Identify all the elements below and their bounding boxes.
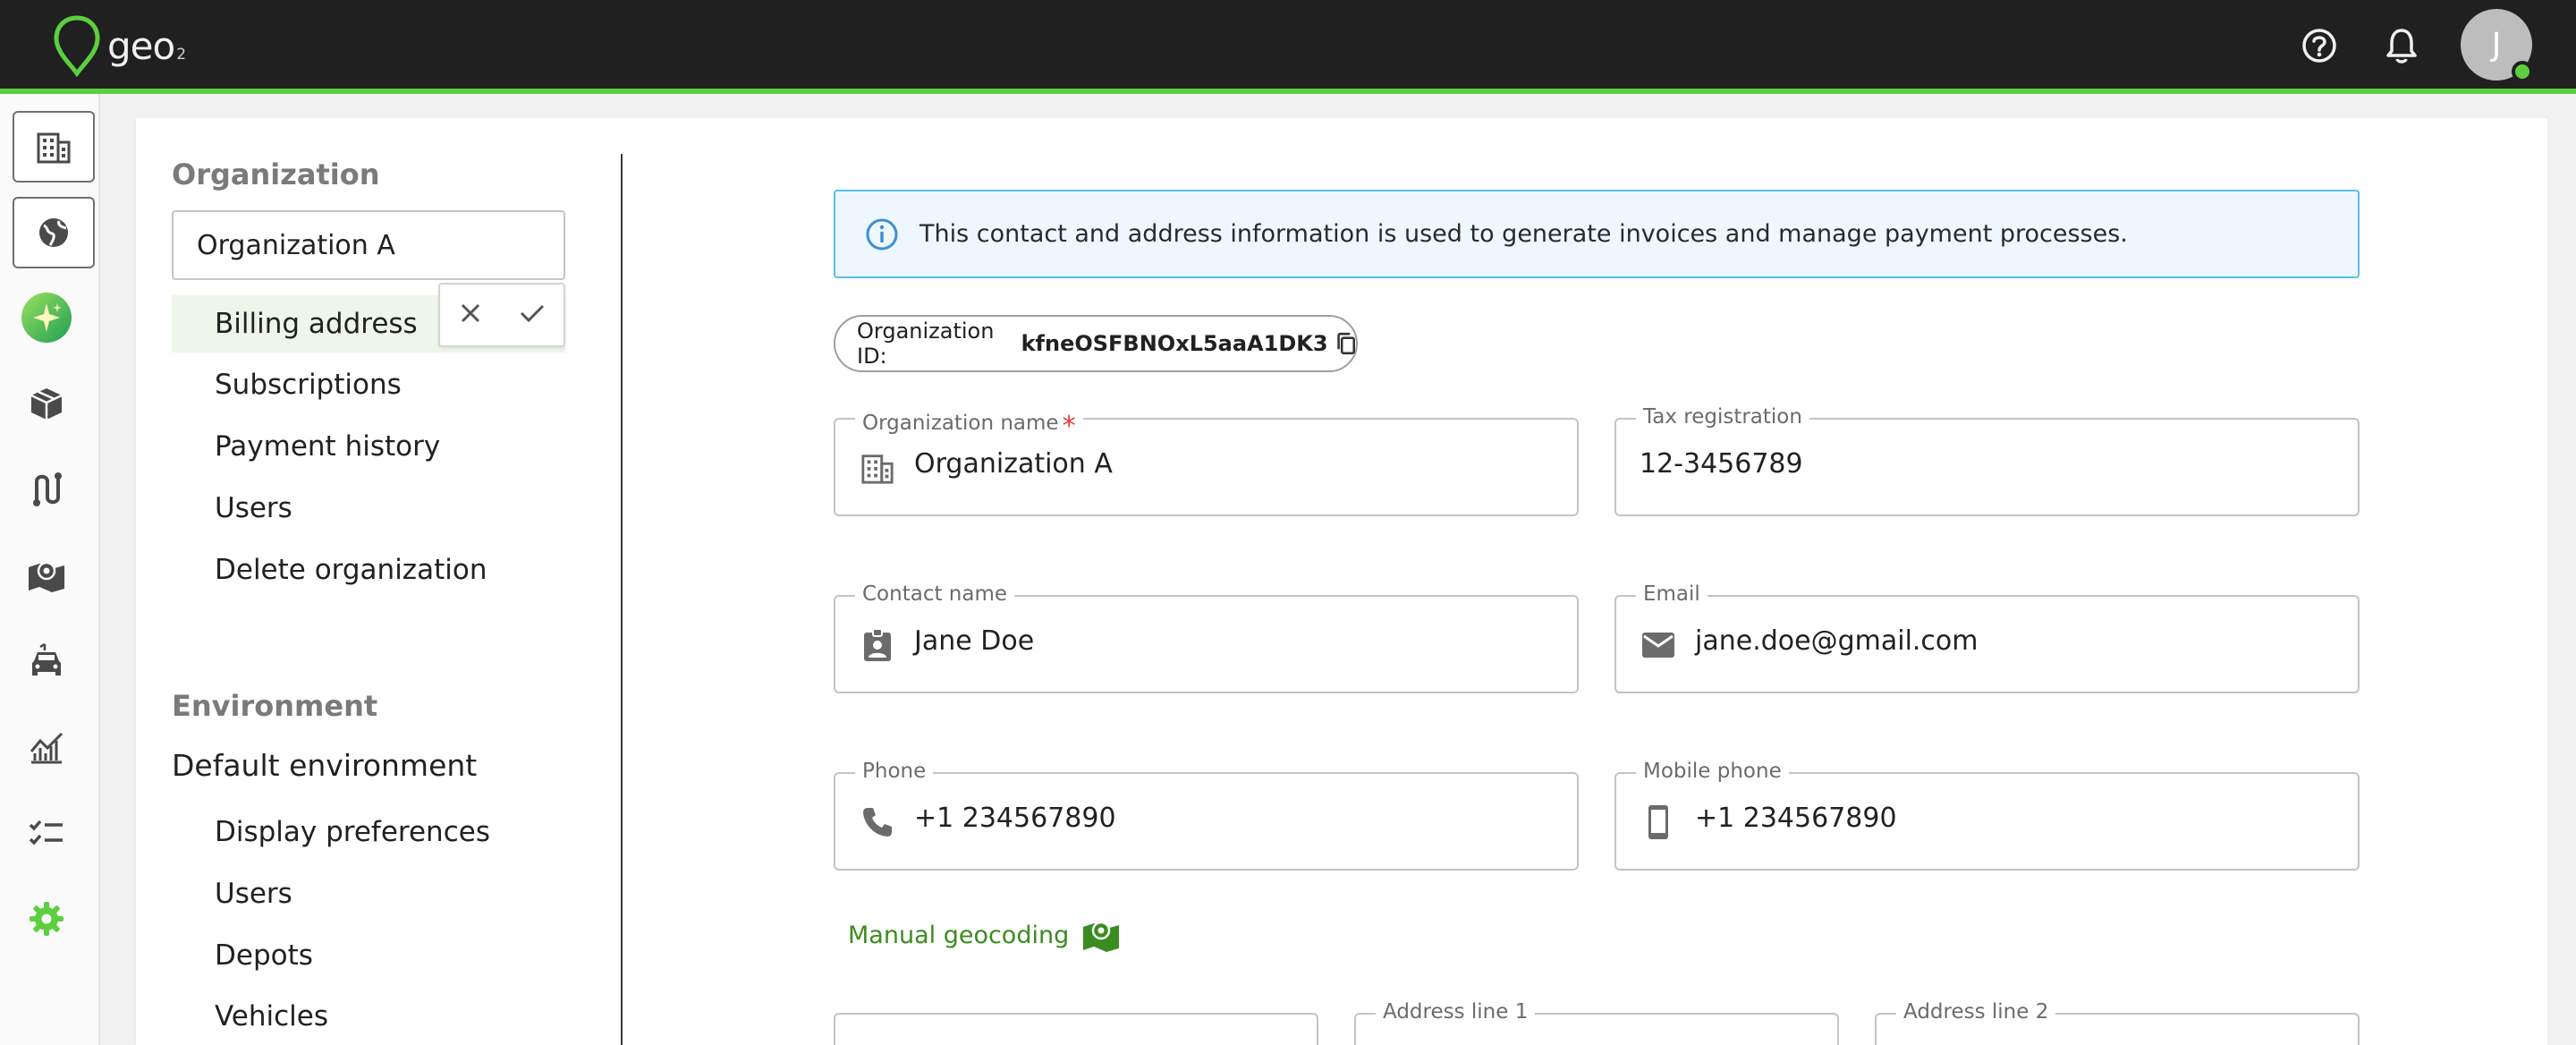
field-value: Organization A [914, 448, 1113, 480]
field-label: Organization name [862, 412, 1059, 435]
nav-item-label: Payment history [215, 430, 441, 463]
map-marker-icon [29, 561, 64, 592]
nav-item-label: Billing address [215, 308, 418, 340]
org-id-value: kfneOSFBNOxL5aaA1DK3 [1021, 331, 1328, 356]
nav-item-vehicles[interactable]: Vehicles [172, 988, 565, 1045]
route-icon [33, 472, 62, 506]
building-icon [859, 449, 896, 487]
org-name-edit-actions [438, 283, 565, 347]
nav-item-delete-organization[interactable]: Delete organization [172, 541, 565, 599]
organization-select-input[interactable]: Organization A [172, 210, 565, 280]
building-icon [37, 132, 71, 164]
globe-icon [39, 218, 68, 247]
field-label: Email [1636, 582, 1707, 606]
organization-id-chip[interactable]: Organization ID: kfneOSFBNOxL5aaA1DK3 [834, 315, 1358, 372]
sparkle-icon [21, 293, 72, 343]
field-label: Mobile phone [1636, 760, 1789, 783]
analytics-icon [30, 732, 64, 764]
field-value: +1 234567890 [1695, 803, 1897, 834]
rail-map-button[interactable] [20, 548, 73, 602]
logo-text: geo [107, 23, 175, 68]
rail-settings-button[interactable] [20, 892, 73, 946]
info-banner-text: This contact and address information is … [919, 220, 2128, 248]
nav-item-label: Vehicles [215, 1000, 329, 1032]
rail-globe-button[interactable] [13, 197, 95, 268]
info-banner: This contact and address information is … [834, 190, 2360, 278]
top-app-bar: geo 2 J [0, 0, 2576, 91]
organization-name-field[interactable]: Organization name * Organization A [834, 405, 1579, 516]
phone-field[interactable]: Phone +1 234567890 [834, 760, 1579, 871]
car-icon [32, 642, 61, 675]
email-field[interactable]: Email jane.doe@gmail.com [1614, 582, 2360, 693]
online-status-dot [2512, 61, 2533, 82]
contact-badge-icon [859, 626, 896, 664]
manual-geocoding-label: Manual geocoding [848, 921, 1070, 949]
field-label: Phone [855, 760, 934, 783]
tax-registration-field[interactable]: Tax registration 12-3456789 [1614, 405, 2360, 516]
address-country-field[interactable] [834, 1013, 1318, 1045]
field-value: +1 234567890 [914, 803, 1116, 834]
rail-organizations-button[interactable] [13, 111, 95, 183]
field-value: Jane Doe [914, 625, 1035, 657]
checklist-icon [29, 820, 63, 845]
nav-item-env-users[interactable]: Users [172, 865, 565, 922]
left-nav-rail [0, 94, 100, 1045]
manual-geocoding-link[interactable]: Manual geocoding [848, 916, 1121, 954]
nav-item-org-users[interactable]: Users [172, 480, 565, 537]
nav-item-label: Delete organization [215, 554, 487, 586]
address-line1-field[interactable]: Address line 1 [1354, 1000, 1839, 1045]
nav-item-label: Display preferences [215, 816, 490, 848]
organization-heading: Organization [172, 157, 380, 191]
rail-ai-button[interactable] [20, 291, 73, 344]
nav-item-label: Subscriptions [215, 369, 402, 401]
nav-item-label: Users [215, 492, 292, 524]
field-value: jane.doe@gmail.com [1695, 625, 1979, 657]
environment-name[interactable]: Default environment [172, 748, 477, 783]
app-logo[interactable]: geo 2 [52, 14, 186, 77]
nav-item-payment-history[interactable]: Payment history [172, 418, 565, 475]
mobile-phone-field[interactable]: Mobile phone +1 234567890 [1614, 760, 2360, 871]
environment-heading: Environment [172, 689, 378, 723]
rail-packages-button[interactable] [20, 377, 73, 430]
address-line2-field[interactable]: Address line 2 [1875, 1000, 2360, 1045]
info-icon [866, 218, 898, 250]
confirm-check-icon[interactable] [519, 302, 546, 328]
nav-item-display-preferences[interactable]: Display preferences [172, 803, 565, 861]
mobile-phone-icon [1640, 803, 1677, 841]
gear-icon [30, 902, 64, 936]
map-marker-icon [1083, 921, 1120, 952]
rail-routes-button[interactable] [20, 463, 73, 516]
copy-icon[interactable] [1335, 330, 1356, 357]
field-label: Contact name [855, 582, 1015, 606]
field-label: Address line 2 [1896, 1000, 2056, 1024]
logo-subscript: 2 [176, 46, 187, 64]
nav-item-depots[interactable]: Depots [172, 927, 565, 984]
rail-analytics-button[interactable] [20, 720, 73, 774]
nav-divider [621, 154, 623, 1045]
nav-item-subscriptions[interactable]: Subscriptions [172, 356, 565, 413]
nav-item-label: Depots [215, 939, 313, 972]
field-value: 12-3456789 [1640, 448, 1803, 480]
bell-icon[interactable] [2381, 25, 2422, 66]
help-icon[interactable] [2299, 25, 2340, 66]
required-asterisk: * [1062, 411, 1076, 442]
rail-vehicles-button[interactable] [20, 634, 73, 688]
rail-tasks-button[interactable] [20, 806, 73, 860]
contact-name-field[interactable]: Contact name Jane Doe [834, 582, 1579, 693]
mail-icon [1640, 626, 1677, 664]
cancel-icon[interactable] [459, 302, 482, 328]
map-pin-logo-icon [54, 15, 100, 77]
accent-divider [0, 89, 2576, 94]
box-icon [30, 388, 63, 420]
field-label: Address line 1 [1376, 1000, 1536, 1024]
nav-item-label: Users [215, 878, 292, 910]
field-label: Tax registration [1636, 405, 1809, 429]
phone-icon [859, 803, 896, 841]
org-id-label: Organization ID: [857, 319, 995, 369]
